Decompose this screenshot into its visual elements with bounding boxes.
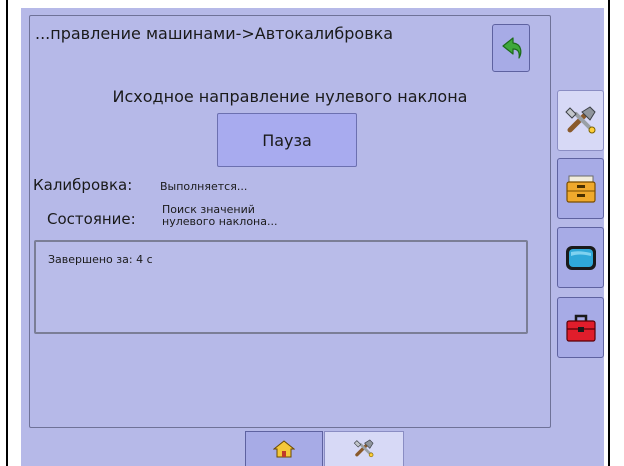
sidebar-item-display[interactable] [557, 227, 604, 288]
state-status-line-2: нулевого наклона... [162, 215, 278, 228]
tools-icon [564, 105, 596, 133]
pause-button-label: Пауза [262, 130, 312, 150]
window-frame-right [608, 0, 610, 466]
state-label: Состояние: [47, 210, 136, 228]
page-title: ...правление машинами->Автокалибровка [35, 24, 394, 43]
sidebar-item-tools[interactable] [557, 90, 604, 151]
state-status: Поиск значений нулевого наклона... [162, 204, 277, 228]
log-text: Завершено за: 4 с [48, 253, 153, 266]
log-box: Завершено за: 4 с [34, 240, 528, 334]
file-drawer-icon [565, 175, 596, 203]
calibration-label: Калибровка: [33, 176, 133, 194]
tools-icon [353, 439, 374, 458]
sidebar-item-files[interactable] [557, 158, 604, 219]
tab-tools[interactable] [324, 431, 404, 466]
toolbox-icon [565, 314, 596, 342]
back-button[interactable] [492, 24, 530, 72]
home-icon [273, 440, 295, 458]
calibration-heading: Исходное направление нулевого наклона [112, 87, 468, 106]
window-frame-left [6, 0, 8, 466]
sidebar-item-toolbox[interactable] [557, 297, 604, 358]
back-arrow-icon [502, 37, 522, 59]
pause-button[interactable]: Пауза [217, 113, 357, 167]
tab-home[interactable] [245, 431, 323, 466]
calibration-status: Выполняется... [160, 180, 248, 193]
display-icon [565, 245, 596, 270]
